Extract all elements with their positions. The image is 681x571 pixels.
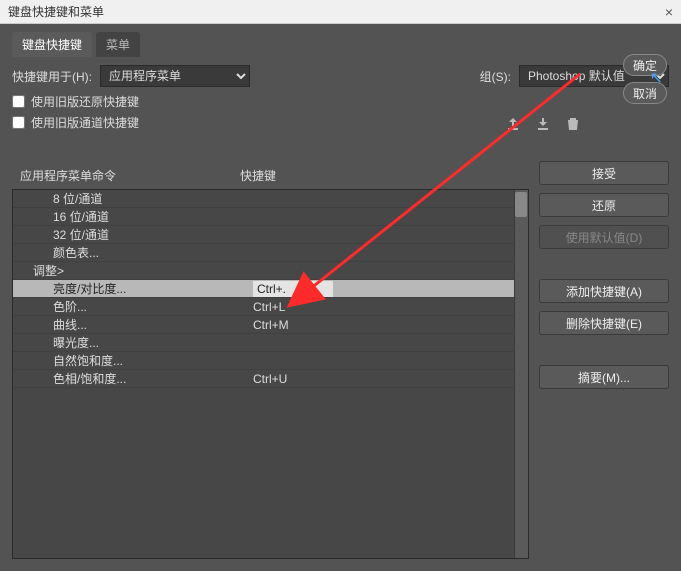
delete-shortcut-button[interactable]: 删除快捷键(E) bbox=[539, 311, 669, 335]
command-label: 色相/饱和度... bbox=[53, 370, 253, 387]
command-label: 32 位/通道 bbox=[53, 226, 253, 243]
shortcut-value: Ctrl+U bbox=[253, 372, 522, 386]
tabs: 键盘快捷键 菜单 bbox=[12, 32, 669, 57]
command-label: 自然饱和度... bbox=[53, 352, 253, 369]
list-row[interactable]: 曲线...Ctrl+M bbox=[13, 316, 528, 334]
command-label: 调整> bbox=[33, 262, 233, 279]
list-header: 应用程序菜单命令 快捷键 bbox=[12, 161, 529, 189]
ok-button[interactable]: 确定 bbox=[623, 54, 667, 76]
summarize-button[interactable]: 摘要(M)... bbox=[539, 365, 669, 389]
command-label: 16 位/通道 bbox=[53, 208, 253, 225]
list-row[interactable]: 8 位/通道 bbox=[13, 190, 528, 208]
shortcut-value[interactable] bbox=[253, 281, 522, 297]
tab-menus[interactable]: 菜单 bbox=[96, 32, 140, 57]
command-list[interactable]: 8 位/通道16 位/通道32 位/通道颜色表...调整>亮度/对比度...色阶… bbox=[12, 189, 529, 559]
close-icon[interactable]: × bbox=[665, 4, 673, 20]
list-row[interactable]: 32 位/通道 bbox=[13, 226, 528, 244]
command-label: 曝光度... bbox=[53, 334, 253, 351]
list-row[interactable]: 自然饱和度... bbox=[13, 352, 528, 370]
command-label: 8 位/通道 bbox=[53, 190, 253, 207]
legacy-channel-label: 使用旧版通道快捷键 bbox=[31, 114, 139, 131]
titlebar: 键盘快捷键和菜单 × bbox=[0, 0, 681, 24]
list-row[interactable]: 16 位/通道 bbox=[13, 208, 528, 226]
list-row[interactable]: 调整> bbox=[13, 262, 528, 280]
shortcut-value: Ctrl+L bbox=[253, 300, 522, 314]
command-label: 色阶... bbox=[53, 298, 253, 315]
shortcuts-for-label: 快捷键用于(H): bbox=[12, 68, 92, 85]
shortcut-value: Ctrl+M bbox=[253, 318, 522, 332]
list-row[interactable]: 色相/饱和度...Ctrl+U bbox=[13, 370, 528, 388]
list-row[interactable]: 色阶...Ctrl+L bbox=[13, 298, 528, 316]
tab-shortcuts[interactable]: 键盘快捷键 bbox=[12, 32, 92, 57]
add-shortcut-button[interactable]: 添加快捷键(A) bbox=[539, 279, 669, 303]
legacy-undo-checkbox[interactable] bbox=[12, 95, 25, 108]
accept-button[interactable]: 接受 bbox=[539, 161, 669, 185]
window-title: 键盘快捷键和菜单 bbox=[8, 3, 104, 20]
command-label: 颜色表... bbox=[53, 244, 253, 261]
shortcuts-for-dropdown[interactable]: 应用程序菜单 bbox=[100, 65, 250, 87]
legacy-undo-label: 使用旧版还原快捷键 bbox=[31, 93, 139, 110]
trash-icon[interactable] bbox=[565, 116, 581, 132]
shortcut-input[interactable] bbox=[253, 281, 333, 297]
command-label: 亮度/对比度... bbox=[53, 280, 253, 297]
header-shortcut: 快捷键 bbox=[240, 167, 521, 184]
import-set-icon[interactable] bbox=[535, 116, 551, 132]
command-label: 曲线... bbox=[53, 316, 253, 333]
list-row[interactable]: 亮度/对比度... bbox=[13, 280, 528, 298]
header-command: 应用程序菜单命令 bbox=[20, 167, 240, 184]
legacy-channel-checkbox[interactable] bbox=[12, 116, 25, 129]
list-row[interactable]: 颜色表... bbox=[13, 244, 528, 262]
scrollbar-thumb[interactable] bbox=[515, 192, 527, 217]
undo-button[interactable]: 还原 bbox=[539, 193, 669, 217]
scrollbar[interactable] bbox=[514, 190, 528, 558]
cancel-button[interactable]: 取消 bbox=[623, 82, 667, 104]
use-default-button[interactable]: 使用默认值(D) bbox=[539, 225, 669, 249]
list-row[interactable]: 曝光度... bbox=[13, 334, 528, 352]
export-set-icon[interactable] bbox=[505, 116, 521, 132]
set-label: 组(S): bbox=[480, 68, 511, 85]
